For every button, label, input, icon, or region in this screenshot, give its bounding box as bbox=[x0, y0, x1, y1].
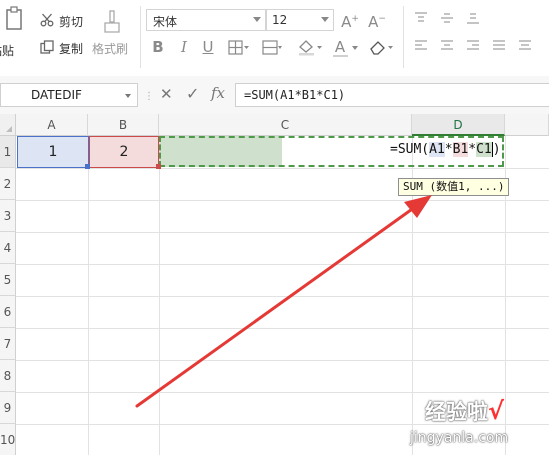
align-middle-icon[interactable] bbox=[440, 12, 454, 24]
justify-icon[interactable] bbox=[492, 40, 506, 52]
align-right-icon[interactable] bbox=[466, 40, 480, 52]
watermark: 经验啦√ bbox=[425, 396, 504, 426]
font-name-select[interactable]: 宋体 bbox=[146, 9, 266, 31]
merge-cells-icon[interactable] bbox=[262, 40, 282, 55]
font-name-value: 宋体 bbox=[153, 15, 178, 29]
ribbon-divider bbox=[140, 6, 141, 68]
paste-icon bbox=[6, 6, 22, 30]
increase-font-size-icon[interactable]: A+ bbox=[341, 10, 359, 31]
copy-icon bbox=[40, 40, 54, 54]
borders-icon[interactable] bbox=[228, 40, 250, 55]
eraser-icon[interactable] bbox=[368, 39, 396, 55]
font-color-button[interactable]: A bbox=[332, 38, 360, 58]
chevron-down-icon bbox=[352, 46, 358, 50]
distributed-icon[interactable] bbox=[518, 40, 532, 52]
decrease-font-size-icon[interactable]: A− bbox=[368, 10, 386, 31]
spreadsheet-grid: A B C D 1 2 3 4 5 6 7 8 9 10 1 2 =SUM(A1… bbox=[0, 114, 549, 455]
name-box-value: DATEDIF bbox=[31, 88, 82, 102]
align-center-icon[interactable] bbox=[440, 40, 454, 52]
cancel-icon[interactable]: ✕ bbox=[160, 85, 173, 103]
ribbon-toolbar: 粘贴 剪切 复制 格式刷 宋体 12 A+ A− bbox=[0, 0, 549, 77]
cut-label: 剪切 bbox=[59, 15, 84, 29]
name-box-splitter[interactable]: ⋮ bbox=[144, 91, 154, 102]
copy-button[interactable]: 复制 bbox=[40, 38, 90, 56]
paste-button[interactable]: 粘贴 bbox=[0, 4, 30, 60]
chevron-down-icon bbox=[321, 17, 329, 22]
format-painter-button[interactable]: 格式刷 bbox=[92, 8, 132, 60]
format-painter-label: 格式刷 bbox=[92, 42, 129, 56]
name-box[interactable]: DATEDIF bbox=[0, 83, 138, 107]
chevron-down-icon bbox=[253, 17, 261, 22]
font-color-bar bbox=[333, 55, 348, 57]
paste-label: 粘贴 bbox=[0, 44, 15, 58]
align-bottom-icon[interactable] bbox=[466, 12, 480, 24]
italic-icon[interactable]: I bbox=[176, 38, 192, 56]
scissors-icon bbox=[40, 13, 54, 27]
formula-bar: DATEDIF ⋮ ✕ ✓ fx =SUM(A1*B1*C1) bbox=[0, 76, 549, 115]
copy-label: 复制 bbox=[59, 42, 84, 56]
align-top-icon[interactable] bbox=[414, 12, 428, 24]
enter-icon[interactable]: ✓ bbox=[186, 84, 199, 103]
bold-icon[interactable]: B bbox=[150, 38, 166, 56]
underline-icon[interactable]: U bbox=[200, 38, 216, 56]
font-color-icon: A bbox=[334, 38, 346, 56]
watermark-text: 经验啦 bbox=[425, 400, 488, 424]
font-size-select[interactable]: 12 bbox=[266, 9, 334, 31]
align-left-icon[interactable] bbox=[414, 40, 428, 52]
format-painter-icon bbox=[104, 10, 120, 33]
fill-color-icon[interactable] bbox=[296, 38, 324, 56]
watermark-check: √ bbox=[488, 397, 505, 425]
font-size-value: 12 bbox=[272, 13, 288, 27]
chevron-down-icon bbox=[125, 94, 131, 98]
ribbon-divider bbox=[403, 6, 404, 68]
watermark-url: jingyanla.com bbox=[410, 430, 509, 446]
insert-function-icon[interactable]: fx bbox=[211, 84, 225, 102]
formula-input[interactable]: =SUM(A1*B1*C1) bbox=[235, 83, 549, 107]
cut-button[interactable]: 剪切 bbox=[40, 11, 90, 29]
